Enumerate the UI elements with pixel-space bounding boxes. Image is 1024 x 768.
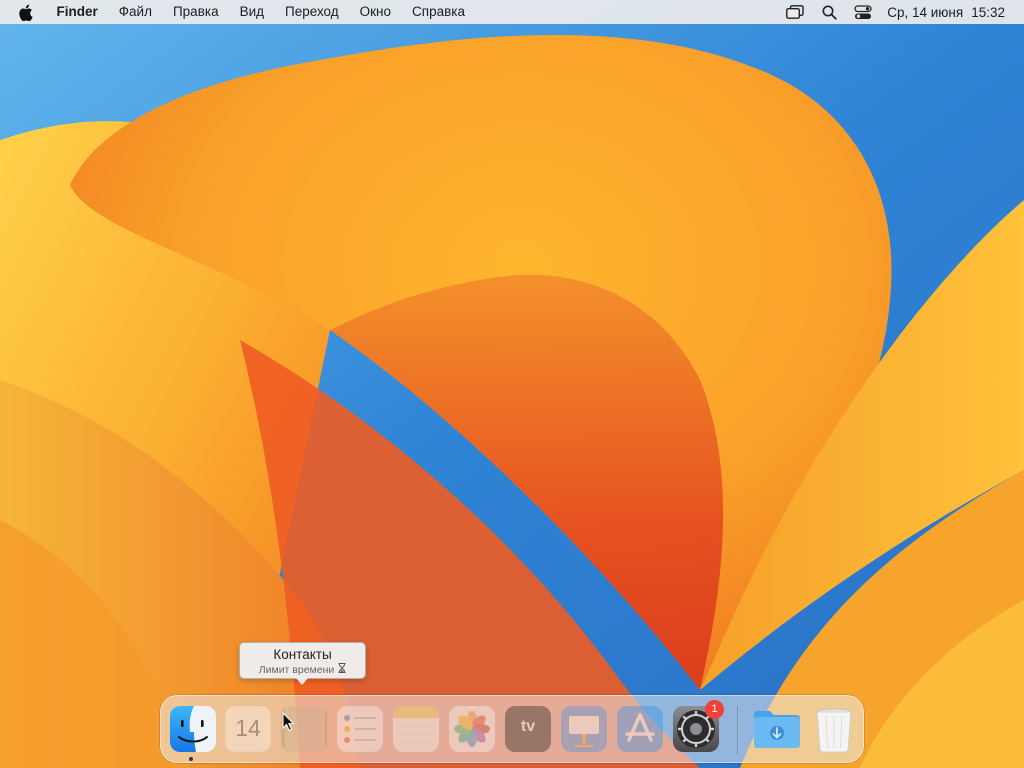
menu-app-finder[interactable]: Finder	[46, 0, 108, 24]
dock-tv[interactable]: tv	[503, 704, 553, 754]
menu-bar: Finder Файл Правка Вид Переход Окно Спра…	[0, 0, 1024, 24]
menu-window[interactable]: Окно	[349, 0, 401, 24]
dock-reminders[interactable]	[335, 704, 385, 754]
apple-menu-icon[interactable]	[18, 3, 34, 21]
menu-bar-status-area: Ср, 14 июня 15:32	[785, 0, 1024, 24]
dock-downloads-folder[interactable]	[752, 704, 802, 754]
clock-time: 15:32	[971, 4, 1005, 20]
photos-icon	[449, 706, 495, 752]
notes-icon	[393, 706, 439, 752]
menu-edit[interactable]: Правка	[162, 0, 229, 24]
reminders-icon	[336, 705, 384, 753]
control-center-icon[interactable]	[853, 3, 873, 21]
tooltip-arrow	[296, 678, 308, 685]
notification-badge: 1	[705, 700, 724, 719]
dock-trash[interactable]	[809, 704, 859, 754]
dock-notes[interactable]	[391, 704, 441, 754]
tooltip-subtitle-row: Лимит времени	[240, 663, 365, 677]
finder-icon	[170, 706, 216, 752]
screen-mirroring-icon[interactable]	[785, 3, 805, 21]
finder-running-indicator	[189, 757, 193, 761]
tooltip-subtitle: Лимит времени	[258, 663, 335, 676]
keynote-icon	[561, 706, 607, 752]
dock-app-store[interactable]	[615, 704, 665, 754]
spotlight-search-icon[interactable]	[819, 3, 839, 21]
downloads-folder-icon	[754, 711, 800, 748]
desktop-wallpaper	[0, 0, 1024, 768]
app-store-icon	[617, 706, 663, 752]
hourglass-icon	[338, 663, 346, 677]
clock-date: Ср, 14 июня	[887, 4, 964, 20]
menu-help[interactable]: Справка	[402, 0, 476, 24]
menu-go[interactable]: Переход	[275, 0, 350, 24]
mouse-pointer-icon	[282, 712, 295, 732]
dock: 14 tv 1	[160, 695, 864, 763]
dock-tooltip: Контакты Лимит времени	[239, 642, 366, 685]
trash-icon	[816, 708, 852, 753]
menu-view[interactable]: Вид	[229, 0, 274, 24]
tv-label: tv	[520, 718, 536, 735]
menu-bar-clock[interactable]: Ср, 14 июня 15:32	[887, 5, 1005, 20]
menu-file[interactable]: Файл	[108, 0, 162, 24]
dock-system-settings[interactable]: 1	[671, 700, 724, 754]
dock-calendar[interactable]: 14	[223, 704, 273, 754]
tooltip-title: Контакты	[273, 647, 332, 662]
calendar-day: 14	[235, 715, 261, 741]
dock-photos[interactable]	[447, 704, 497, 754]
dock-separator	[737, 706, 738, 754]
dock-finder[interactable]	[168, 704, 218, 754]
dock-keynote[interactable]	[559, 704, 609, 754]
